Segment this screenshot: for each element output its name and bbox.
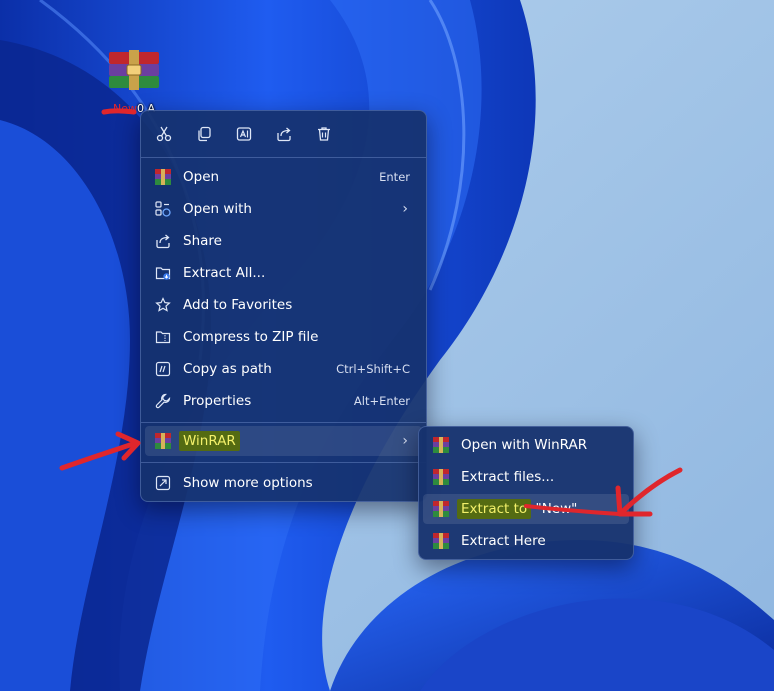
rename-button[interactable] bbox=[231, 121, 257, 147]
menu-item-label: Open bbox=[183, 169, 220, 185]
extract-to-folder-name: "New" bbox=[535, 501, 578, 517]
winrar-label-highlight: WinRAR bbox=[179, 431, 240, 451]
rename-icon bbox=[236, 127, 252, 141]
menu-item-properties[interactable]: Properties Alt+Enter bbox=[145, 386, 422, 416]
menu-item-copy-as-path[interactable]: Copy as path Ctrl+Shift+C bbox=[145, 354, 422, 384]
submenu-item-label: Extract files... bbox=[461, 469, 555, 485]
menu-item-open[interactable]: Open Enter bbox=[145, 162, 422, 192]
extract-to-highlight: Extract to bbox=[457, 499, 532, 519]
context-menu: Open Enter Open with › Share Extract All… bbox=[140, 110, 427, 502]
delete-button[interactable] bbox=[311, 121, 337, 147]
menu-item-label: WinRAR bbox=[179, 426, 240, 456]
winrar-icon bbox=[433, 501, 449, 517]
menu-item-label: Properties bbox=[183, 393, 252, 409]
chevron-right-icon: › bbox=[402, 433, 408, 449]
menu-item-shortcut: Ctrl+Shift+C bbox=[336, 362, 410, 376]
submenu-item-label: Extract Here bbox=[461, 533, 546, 549]
copy-icon bbox=[198, 126, 211, 142]
submenu-item-extract-to[interactable]: Extract to "New" bbox=[423, 494, 629, 524]
winrar-icon bbox=[155, 433, 171, 449]
menu-separator bbox=[141, 157, 426, 158]
cut-button[interactable] bbox=[151, 121, 177, 147]
winrar-submenu: Open with WinRAR Extract files... Extrac… bbox=[418, 426, 634, 560]
wrench-icon bbox=[155, 393, 171, 409]
menu-item-label: Show more options bbox=[183, 475, 313, 491]
submenu-item-extract-files[interactable]: Extract files... bbox=[423, 462, 629, 492]
menu-item-shortcut: Alt+Enter bbox=[353, 394, 410, 408]
menu-item-shortcut: Enter bbox=[379, 170, 410, 184]
context-menu-toolbar bbox=[141, 111, 426, 157]
submenu-item-label: Open with WinRAR bbox=[461, 437, 588, 453]
zip-icon bbox=[155, 331, 171, 344]
menu-item-compress-zip[interactable]: Compress to ZIP file bbox=[145, 322, 422, 352]
share-icon bbox=[156, 234, 170, 249]
menu-separator bbox=[141, 462, 426, 463]
menu-item-share[interactable]: Share bbox=[145, 226, 422, 256]
winrar-icon bbox=[433, 469, 449, 485]
winrar-archive-icon bbox=[107, 48, 161, 94]
menu-item-winrar[interactable]: WinRAR › bbox=[145, 426, 422, 456]
menu-item-label: Copy as path bbox=[183, 361, 272, 377]
share-icon bbox=[277, 127, 291, 142]
menu-item-add-to-favorites[interactable]: Add to Favorites bbox=[145, 290, 422, 320]
winrar-icon bbox=[155, 169, 171, 185]
menu-item-open-with[interactable]: Open with › bbox=[145, 194, 422, 224]
menu-separator bbox=[141, 422, 426, 423]
extract-all-icon bbox=[155, 267, 171, 280]
submenu-item-label: Extract to "New" bbox=[457, 494, 577, 524]
star-icon bbox=[155, 297, 171, 312]
copy-path-icon bbox=[155, 361, 171, 377]
submenu-item-extract-here[interactable]: Extract Here bbox=[423, 526, 629, 556]
share-button[interactable] bbox=[271, 121, 297, 147]
menu-item-label: Open with bbox=[183, 201, 252, 217]
menu-item-label: Share bbox=[183, 233, 222, 249]
menu-item-label: Add to Favorites bbox=[183, 297, 293, 313]
open-with-icon bbox=[155, 201, 171, 217]
menu-item-label: Compress to ZIP file bbox=[183, 329, 319, 345]
winrar-icon bbox=[433, 437, 449, 453]
delete-icon bbox=[318, 127, 330, 141]
chevron-right-icon: › bbox=[402, 201, 408, 217]
menu-item-extract-all[interactable]: Extract All... bbox=[145, 258, 422, 288]
winrar-icon bbox=[433, 533, 449, 549]
menu-item-label: Extract All... bbox=[183, 265, 266, 281]
cut-icon bbox=[156, 126, 172, 142]
desktop-archive-file[interactable]: New0 A bbox=[98, 48, 170, 115]
menu-item-show-more-options[interactable]: Show more options bbox=[145, 468, 422, 498]
show-more-icon bbox=[155, 475, 171, 491]
copy-button[interactable] bbox=[191, 121, 217, 147]
submenu-item-open-with-winrar[interactable]: Open with WinRAR bbox=[423, 430, 629, 460]
